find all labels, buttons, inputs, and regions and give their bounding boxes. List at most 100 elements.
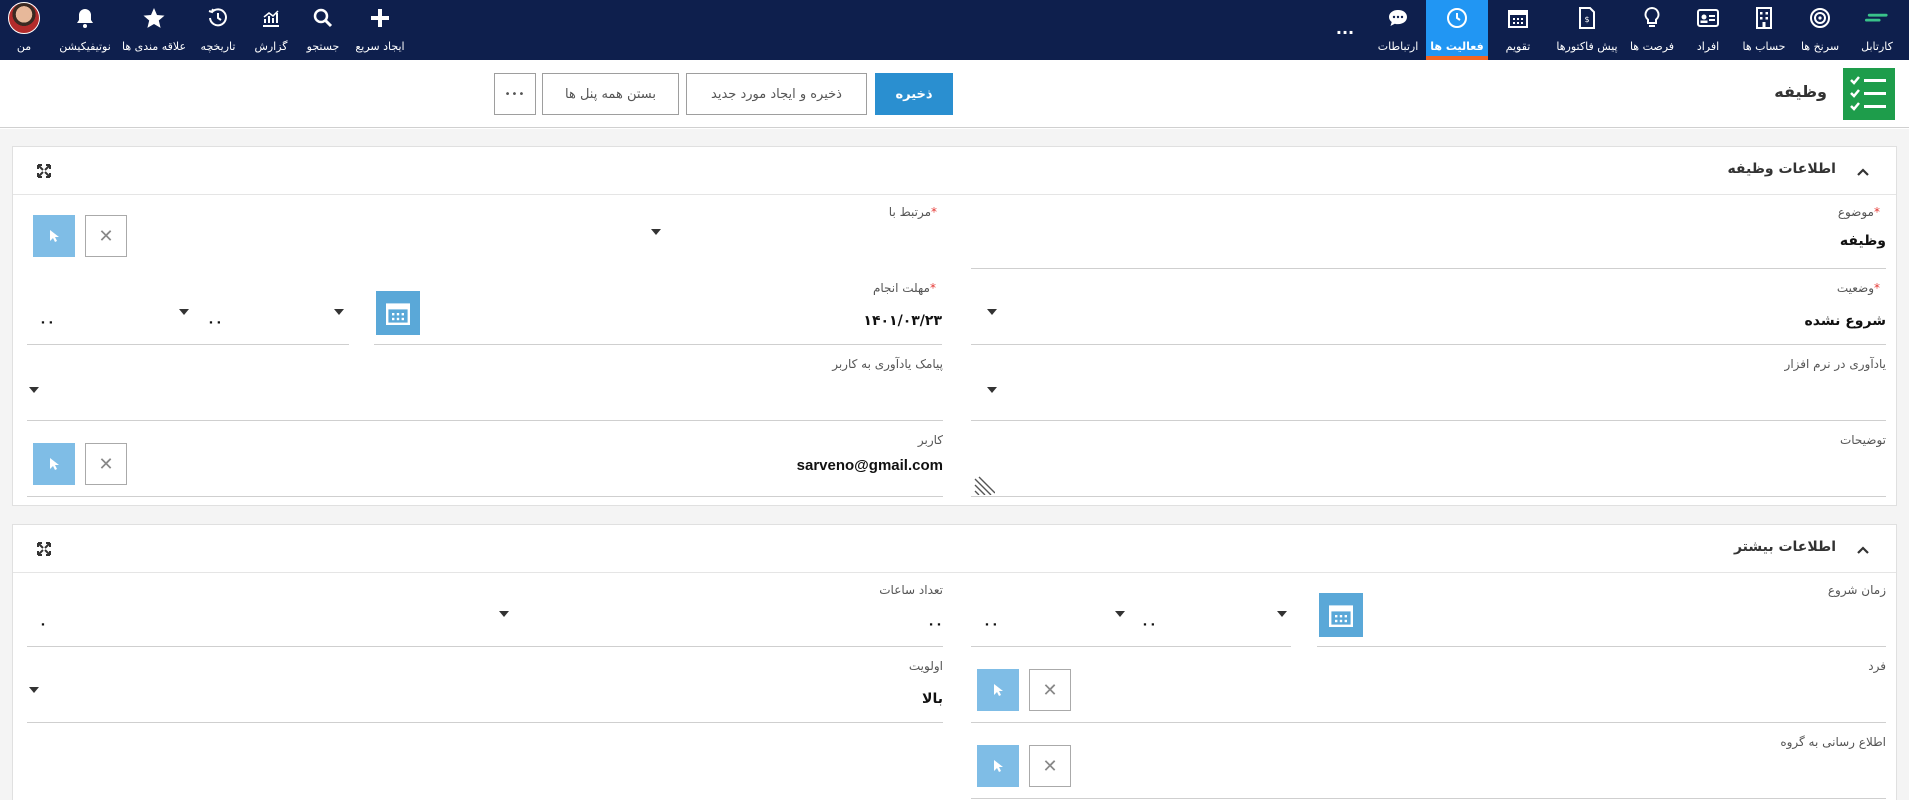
hours-minute-dropdown-icon[interactable] bbox=[499, 611, 509, 617]
clear-person-button[interactable]: ✕ bbox=[1029, 669, 1071, 711]
app-reminder-dropdown-icon[interactable] bbox=[987, 387, 997, 393]
status-label: وضعیت* bbox=[1836, 281, 1880, 295]
clear-group-button[interactable]: ✕ bbox=[1029, 745, 1071, 787]
chat-icon bbox=[1386, 6, 1410, 30]
due-minute-value[interactable]: ۰۰ bbox=[39, 315, 55, 330]
app-reminder-field: یادآوری در نرم افزار bbox=[971, 357, 1886, 421]
calendar-button[interactable] bbox=[1319, 593, 1363, 637]
select-group-button[interactable] bbox=[977, 745, 1019, 787]
avatar bbox=[8, 2, 40, 34]
related-to-field: مرتبط با* ✕ bbox=[27, 205, 943, 269]
hours-count-value[interactable]: ۰۰ bbox=[927, 617, 943, 632]
nav-communications[interactable]: ارتباطات bbox=[1370, 0, 1426, 60]
description-textarea[interactable] bbox=[971, 457, 1886, 495]
notify-group-label: اطلاع رسانی به گروه bbox=[1780, 735, 1886, 749]
sms-reminder-dropdown-icon[interactable] bbox=[29, 387, 39, 393]
clear-user-button[interactable]: ✕ bbox=[85, 443, 127, 485]
bell-icon bbox=[73, 6, 97, 30]
sms-reminder-field: پیامک یادآوری به کاربر bbox=[27, 357, 943, 421]
hours-minute-value[interactable]: ۰ bbox=[39, 617, 47, 632]
select-related-button[interactable] bbox=[33, 215, 75, 257]
start-date-label: زمان شروع bbox=[1827, 583, 1886, 597]
more-actions-button[interactable]: ••• bbox=[494, 73, 536, 115]
notify-group-field: اطلاع رسانی به گروه ✕ bbox=[971, 735, 1886, 799]
nav-calendar[interactable]: تقویم bbox=[1490, 0, 1546, 60]
nav-history[interactable]: تاریخچه bbox=[196, 0, 240, 60]
due-date-value[interactable]: ۱۴۰۱/۰۳/۲۳ bbox=[863, 313, 942, 329]
priority-field: اولویت بالا bbox=[27, 659, 943, 723]
nav-contacts[interactable]: افراد bbox=[1680, 0, 1736, 60]
subject-label: موضوع* bbox=[1837, 205, 1880, 219]
due-minute-dropdown-icon[interactable] bbox=[179, 309, 189, 315]
collapse-icon[interactable] bbox=[1856, 542, 1870, 556]
user-value: sarveno@gmail.com bbox=[796, 457, 943, 474]
record-header: وظیفه ذخیره ذخیره و ایجاد مورد جدید بستن… bbox=[0, 60, 1909, 128]
expand-icon[interactable] bbox=[37, 163, 51, 178]
history-icon bbox=[206, 6, 230, 30]
due-time-field: ۰۰ ۰۰ bbox=[27, 281, 349, 345]
nav-opportunities[interactable]: فرصت ها bbox=[1624, 0, 1680, 60]
nav-profile[interactable]: من bbox=[4, 0, 44, 60]
save-and-new-button[interactable]: ذخیره و ایجاد مورد جدید bbox=[686, 73, 867, 115]
related-type-dropdown-icon[interactable] bbox=[651, 229, 661, 235]
nav-accounts[interactable]: حساب ها bbox=[1736, 0, 1792, 60]
priority-dropdown-icon[interactable] bbox=[29, 687, 39, 693]
more-info-panel: اطلاعات بیشتر زمان شروع ۰۰ ۰۰ تعداد ساعا… bbox=[12, 524, 1897, 800]
top-nav: کارتابل سرنخ ها حساب ها افراد فرصت ها $ … bbox=[0, 0, 1909, 60]
calendar-button[interactable] bbox=[376, 291, 420, 335]
hours-count-field: تعداد ساعات ۰۰ ۰ bbox=[27, 583, 943, 647]
expand-icon[interactable] bbox=[37, 541, 51, 556]
start-minute-value[interactable]: ۰۰ bbox=[983, 617, 999, 632]
select-person-button[interactable] bbox=[977, 669, 1019, 711]
clear-related-button[interactable]: ✕ bbox=[85, 215, 127, 257]
app-reminder-label: یادآوری در نرم افزار bbox=[1784, 357, 1886, 371]
start-time-field: ۰۰ ۰۰ bbox=[971, 583, 1291, 647]
nav-notifications[interactable]: نوتیفیکیشن bbox=[56, 0, 114, 60]
hours-count-label: تعداد ساعات bbox=[879, 583, 943, 597]
nav-quick-create[interactable]: ایجاد سریع bbox=[352, 0, 408, 60]
more-icon: ... bbox=[1335, 18, 1355, 38]
close-all-panels-button[interactable]: بستن همه پنل ها bbox=[542, 73, 679, 115]
search-icon bbox=[311, 6, 335, 30]
nav-leads[interactable]: سرنخ ها bbox=[1792, 0, 1848, 60]
start-hour-dropdown-icon[interactable] bbox=[1277, 611, 1287, 617]
select-user-button[interactable] bbox=[33, 443, 75, 485]
due-hour-dropdown-icon[interactable] bbox=[334, 309, 344, 315]
save-button[interactable]: ذخیره bbox=[875, 73, 953, 115]
clock-icon bbox=[1445, 6, 1469, 30]
nav-dashboard[interactable]: کارتابل bbox=[1848, 0, 1906, 60]
panel-header[interactable]: اطلاعات بیشتر bbox=[13, 525, 1896, 573]
status-dropdown-icon[interactable] bbox=[987, 309, 997, 315]
start-minute-dropdown-icon[interactable] bbox=[1115, 611, 1125, 617]
user-label: کاربر bbox=[917, 433, 943, 447]
collapse-icon[interactable] bbox=[1856, 164, 1870, 178]
nav-invoices[interactable]: $ پیش فاکتورها bbox=[1550, 0, 1624, 60]
panel-header[interactable]: اطلاعات وظیفه bbox=[13, 147, 1896, 195]
due-hour-value[interactable]: ۰۰ bbox=[207, 315, 223, 330]
related-to-label: مرتبط با* bbox=[888, 205, 937, 219]
nav-activities[interactable]: فعالیت ها bbox=[1426, 0, 1488, 60]
due-date-field: مهلت انجام* ۱۴۰۱/۰۳/۲۳ bbox=[374, 281, 942, 345]
nav-search[interactable]: جستجو bbox=[298, 0, 348, 60]
due-date-label: مهلت انجام* bbox=[872, 281, 936, 295]
user-field: کاربر sarveno@gmail.com ✕ bbox=[27, 433, 943, 497]
status-field: وضعیت* شروع نشده bbox=[971, 281, 1886, 345]
building-icon bbox=[1752, 6, 1776, 30]
svg-text:$: $ bbox=[1584, 15, 1589, 24]
nav-favorites[interactable]: علاقه مندی ها bbox=[122, 0, 186, 60]
priority-label: اولویت bbox=[908, 659, 943, 673]
panel-title: اطلاعات بیشتر bbox=[1733, 539, 1836, 555]
invoice-icon: $ bbox=[1575, 6, 1599, 30]
resize-handle-icon[interactable] bbox=[973, 475, 996, 499]
priority-value[interactable]: بالا bbox=[922, 691, 943, 707]
lightbulb-icon bbox=[1640, 6, 1664, 30]
subject-input[interactable] bbox=[1286, 233, 1886, 249]
start-hour-value[interactable]: ۰۰ bbox=[1141, 617, 1157, 632]
calendar-icon bbox=[1506, 6, 1530, 30]
person-field: فرد ✕ bbox=[971, 659, 1886, 723]
status-value[interactable]: شروع نشده bbox=[1805, 313, 1886, 329]
nav-more-button[interactable]: ... bbox=[1330, 0, 1360, 60]
start-date-field: زمان شروع bbox=[1317, 583, 1886, 647]
nav-reports[interactable]: گزارش bbox=[248, 0, 294, 60]
page-title: وظیفه bbox=[1774, 82, 1827, 101]
